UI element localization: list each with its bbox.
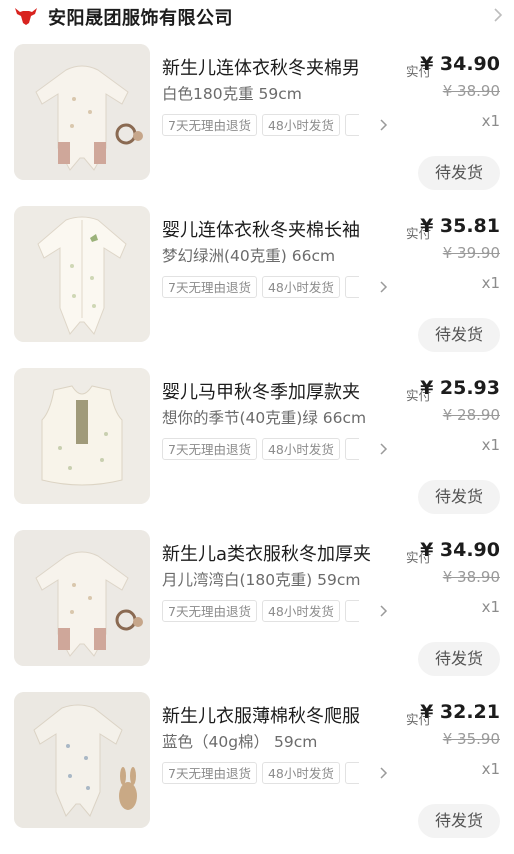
original-price: ¥ 39.90 [442, 244, 500, 262]
product-title[interactable]: 婴儿连体衣秋冬夹棉长袖 [162, 216, 390, 242]
tag-return-policy: 7天无理由退货 [162, 276, 257, 298]
tag-shipping-time: 48小时发货 [261, 114, 340, 136]
tag-shipping-time: 48小时发货 [261, 276, 340, 298]
product-image[interactable] [14, 692, 150, 828]
tag-return-policy: 7天无理由退货 [162, 438, 257, 460]
quantity: x1 [481, 112, 500, 130]
tag-return-policy: 7天无理由退货 [162, 600, 257, 622]
product-image[interactable] [14, 206, 150, 342]
tag-shipping-time: 48小时发货 [261, 762, 340, 784]
service-tags: 7天无理由退货 48小时发货 [162, 438, 390, 462]
shop-name[interactable]: 安阳晟团服饰有限公司 [48, 4, 233, 30]
tag-more [344, 276, 359, 298]
tag-return-policy: 7天无理由退货 [162, 762, 257, 784]
chevron-right-icon[interactable] [378, 764, 390, 782]
status-button[interactable]: 待发货 [418, 318, 500, 352]
chevron-right-icon[interactable] [492, 6, 504, 24]
original-price: ¥ 38.90 [442, 82, 500, 100]
quantity: x1 [481, 760, 500, 778]
status-button[interactable]: 待发货 [418, 642, 500, 676]
shop-header[interactable]: 安阳晟团服饰有限公司 [0, 0, 514, 34]
product-image[interactable] [14, 368, 150, 504]
paid-price: ¥ 34.90 [420, 539, 500, 561]
tag-shipping-time: 48小时发货 [261, 438, 340, 460]
product-spec: 想你的季节(40克重)绿 66cm [162, 409, 367, 427]
product-title[interactable]: 新生儿a类衣服秋冬加厚夹 [162, 540, 390, 566]
tag-more [344, 600, 359, 622]
paid-price: ¥ 35.81 [420, 215, 500, 237]
chevron-right-icon[interactable] [378, 278, 390, 296]
service-tags: 7天无理由退货 48小时发货 [162, 114, 390, 138]
chevron-right-icon[interactable] [378, 602, 390, 620]
original-price: ¥ 35.90 [442, 730, 500, 748]
original-price: ¥ 28.90 [442, 406, 500, 424]
status-button[interactable]: 待发货 [418, 804, 500, 838]
tag-more [344, 762, 359, 784]
product-title[interactable]: 婴儿马甲秋冬季加厚款夹 [162, 378, 390, 404]
order-item[interactable]: 婴儿马甲秋冬季加厚款夹 想你的季节(40克重)绿 66cm 7天无理由退货 48小… [0, 368, 514, 530]
paid-price: ¥ 32.21 [420, 701, 500, 723]
product-spec: 蓝色（40g棉） 59cm [162, 733, 318, 751]
product-spec: 月儿湾湾白(180克重) 59cm [162, 571, 361, 589]
original-price: ¥ 38.90 [442, 568, 500, 586]
product-spec: 白色180克重 59cm [162, 85, 302, 103]
product-image[interactable] [14, 44, 150, 180]
product-title[interactable]: 新生儿连体衣秋冬夹棉男 [162, 54, 390, 80]
status-button[interactable]: 待发货 [418, 156, 500, 190]
quantity: x1 [481, 598, 500, 616]
service-tags: 7天无理由退货 48小时发货 [162, 276, 390, 300]
product-spec: 梦幻绿洲(40克重) 66cm [162, 247, 336, 265]
service-tags: 7天无理由退货 48小时发货 [162, 762, 390, 786]
order-item[interactable]: 新生儿a类衣服秋冬加厚夹 月儿湾湾白(180克重) 59cm 7天无理由退货 48… [0, 530, 514, 692]
red-bull-logo-icon [15, 8, 37, 25]
service-tags: 7天无理由退货 48小时发货 [162, 600, 390, 624]
product-title[interactable]: 新生儿衣服薄棉秋冬爬服 [162, 702, 390, 728]
product-image[interactable] [14, 530, 150, 666]
tag-more [344, 438, 359, 460]
chevron-right-icon[interactable] [378, 116, 390, 134]
tag-return-policy: 7天无理由退货 [162, 114, 257, 136]
chevron-right-icon[interactable] [378, 440, 390, 458]
status-button[interactable]: 待发货 [418, 480, 500, 514]
order-item[interactable]: 婴儿连体衣秋冬夹棉长袖 梦幻绿洲(40克重) 66cm 7天无理由退货 48小时发… [0, 206, 514, 368]
paid-price: ¥ 34.90 [420, 53, 500, 75]
paid-price: ¥ 25.93 [420, 377, 500, 399]
quantity: x1 [481, 436, 500, 454]
order-item[interactable]: 新生儿连体衣秋冬夹棉男 白色180克重 59cm 7天无理由退货 48小时发货 实… [0, 44, 514, 206]
order-item[interactable]: 新生儿衣服薄棉秋冬爬服 蓝色（40g棉） 59cm 7天无理由退货 48小时发货 … [0, 692, 514, 854]
tag-more [344, 114, 359, 136]
tag-shipping-time: 48小时发货 [261, 600, 340, 622]
quantity: x1 [481, 274, 500, 292]
